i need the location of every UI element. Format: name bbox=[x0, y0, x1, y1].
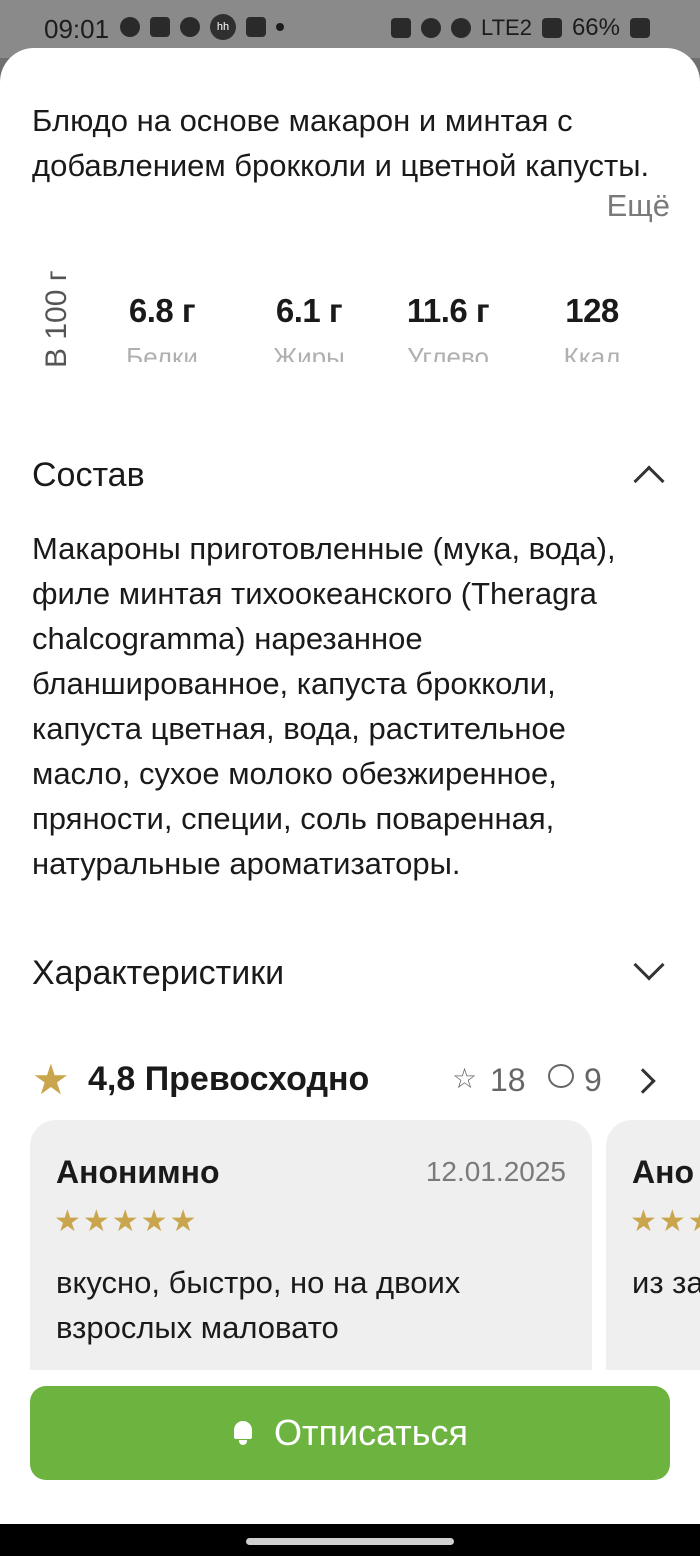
battery-icon bbox=[630, 18, 650, 38]
rating-summary[interactable]: ★ 4,8 Превосходно ☆ 18 9 bbox=[32, 1054, 672, 1104]
nutrient-kcal: 128 Ккал bbox=[522, 292, 662, 362]
navigation-bar bbox=[0, 1524, 700, 1556]
review-text: вкусно, быстро, но на двоих взрослых мал… bbox=[56, 1265, 461, 1345]
nutrient-value: 11.6 г bbox=[406, 292, 490, 329]
font-icon bbox=[246, 17, 266, 37]
reviews-count: 9 bbox=[584, 1062, 602, 1098]
network-label: LTE2 bbox=[481, 15, 532, 40]
nutrient-label: Жиры bbox=[273, 342, 345, 362]
characteristics-title: Характеристики bbox=[32, 954, 285, 992]
review-author: Ано bbox=[632, 1154, 694, 1190]
lock-icon bbox=[391, 18, 411, 38]
composition-title: Состав bbox=[32, 456, 145, 494]
more-link[interactable]: Ещё bbox=[607, 188, 670, 224]
signal-icon bbox=[541, 18, 562, 38]
product-description: Блюдо на основе макарон и минтая с добав… bbox=[32, 103, 650, 183]
nutrition-facts: 6.8 г Белки 6.1 г Жиры 11.6 г Углево 128… bbox=[92, 292, 682, 362]
review-author: Анонимно bbox=[56, 1154, 220, 1190]
wifi-icon bbox=[451, 18, 471, 38]
nutrient-label: Белки bbox=[126, 342, 198, 362]
chevron-right-icon[interactable] bbox=[630, 1068, 656, 1094]
review-date: 12.01.2025 bbox=[425, 1156, 566, 1187]
bell-icon bbox=[232, 1421, 254, 1445]
telegram-icon bbox=[150, 17, 170, 37]
notification-icons: hh bbox=[120, 14, 284, 40]
home-handle[interactable] bbox=[246, 1538, 454, 1545]
rating-score: 4,8 Превосходно bbox=[88, 1060, 370, 1098]
hh-icon: hh bbox=[210, 14, 236, 40]
flame-icon bbox=[180, 17, 200, 37]
chevron-up-icon[interactable] bbox=[633, 465, 665, 497]
star-outline-icon: ☆ bbox=[452, 1063, 478, 1094]
ratings-count: 18 bbox=[490, 1062, 526, 1098]
nutrient-protein: 6.8 г Белки bbox=[92, 292, 232, 362]
review-stars: ★★★★★ bbox=[54, 1205, 199, 1238]
star-icon: ★ bbox=[32, 1056, 70, 1103]
chevron-down-icon[interactable] bbox=[633, 949, 665, 981]
more-notifications-icon bbox=[276, 23, 284, 31]
unsubscribe-button[interactable]: Отписаться bbox=[30, 1386, 670, 1480]
status-time: 09:01 bbox=[44, 14, 110, 44]
comment-icon bbox=[548, 1064, 574, 1088]
system-icons: LTE2 66% bbox=[391, 14, 650, 42]
per-100g-text: В 100 г bbox=[40, 270, 73, 368]
nutrient-value: 6.8 г bbox=[128, 292, 196, 329]
review-stars: ★★★ bbox=[630, 1205, 700, 1238]
composition-text: Макароны приготовленные (мука, вода), фи… bbox=[32, 531, 616, 881]
unsubscribe-label: Отписаться bbox=[273, 1412, 469, 1453]
product-sheet: Блюдо на основе макарон и минтая с добав… bbox=[0, 48, 700, 1556]
chat-icon bbox=[120, 17, 140, 37]
review-text: из за это с дво bbox=[632, 1265, 700, 1300]
nutrient-value: 128 bbox=[565, 292, 619, 329]
per-100g-label: В 100 г bbox=[40, 268, 80, 388]
alarm-icon bbox=[421, 18, 441, 38]
battery-percent: 66% bbox=[571, 14, 620, 41]
nutrient-value: 6.1 г bbox=[275, 292, 343, 329]
nutrient-fat: 6.1 г Жиры bbox=[239, 292, 379, 362]
nutrient-label: Углево bbox=[407, 342, 489, 362]
nutrient-label: Ккал bbox=[563, 342, 621, 362]
nutrient-carbs: 11.6 г Углево bbox=[378, 292, 518, 362]
